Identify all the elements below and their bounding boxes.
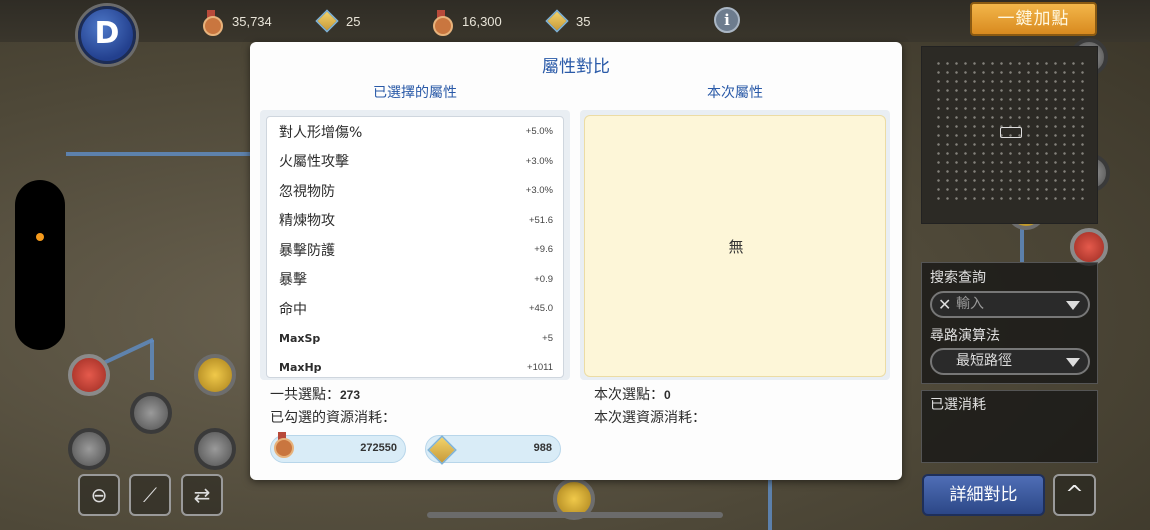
current-attributes-header: 本次屬性 <box>707 85 763 101</box>
resource-locked-gem: 35 <box>545 8 591 34</box>
current-points-value: 0 <box>664 388 671 402</box>
current-attributes-panel: 無 <box>580 110 890 380</box>
algo-selected-value: 最短路徑 <box>956 353 1012 369</box>
list-item: 對人形增傷% +5.0% <box>267 117 563 147</box>
attribute-value: +45.0 <box>528 303 553 315</box>
attribute-name: 火屬性攻擊 <box>279 154 349 171</box>
resource-locked-medal: 16,300 <box>432 8 502 36</box>
skill-node[interactable] <box>130 392 172 434</box>
attribute-name: 暴擊 <box>279 272 307 289</box>
search-placeholder: 輸入 <box>956 296 984 312</box>
algo-label: 尋路演算法 <box>930 328 1000 344</box>
resource-gem: 25 <box>315 8 361 34</box>
algo-select[interactable]: 最短路徑 <box>930 348 1090 375</box>
none-text: 無 <box>728 238 744 256</box>
attribute-value: +3.0% <box>525 185 553 197</box>
gem-icon <box>427 435 457 465</box>
dropdown-arrow-icon[interactable] <box>1066 301 1080 310</box>
search-panel: 搜索查詢 ✕ 輸入 尋路演算法 最短路徑 <box>921 262 1098 384</box>
zoom-out-icon[interactable]: ⊖ <box>78 474 120 516</box>
info-icon[interactable]: i <box>714 7 740 33</box>
back-button[interactable]: D <box>78 6 136 64</box>
list-item: 暴擊 +0.9 <box>267 265 563 295</box>
skill-node[interactable] <box>1070 228 1108 266</box>
attribute-value: +5.0% <box>525 126 553 138</box>
attribute-name: 命中 <box>279 301 307 318</box>
resource-value: 25 <box>346 13 361 29</box>
resource-value: 35,734 <box>232 13 272 29</box>
cost-gem: 988 <box>425 435 561 465</box>
current-points-label: 本次選點： <box>594 387 664 403</box>
locked-medal-icon <box>432 10 454 36</box>
indicator-dot <box>36 233 44 241</box>
list-item: MaxSp +5 <box>267 324 563 354</box>
checked-cost-label: 已勾選的資源消耗： <box>270 410 396 426</box>
chevron-up-icon[interactable]: ^ <box>1053 474 1096 516</box>
consumed-label: 已選消耗 <box>930 397 986 413</box>
selected-attributes-header: 已選擇的屬性 <box>373 85 457 101</box>
list-item: 火屬性攻擊 +3.0% <box>267 147 563 177</box>
attribute-name: 精煉物攻 <box>279 213 335 230</box>
attribute-value: +1011 <box>527 362 553 374</box>
left-side-pill <box>15 180 65 350</box>
locked-gem-icon <box>545 9 569 33</box>
search-input[interactable]: ✕ 輸入 <box>930 291 1090 318</box>
attribute-list[interactable]: 對人形增傷% +5.0% 火屬性攻擊 +3.0% 忽視物防 +3.0% 精煉物攻 +51… <box>266 116 564 378</box>
medal-icon <box>202 10 224 36</box>
attribute-value: +5 <box>542 332 553 344</box>
clear-icon[interactable]: ✕ <box>938 293 951 316</box>
attribute-name: MaxSp <box>279 331 321 345</box>
attribute-name: 對人形增傷% <box>279 124 363 141</box>
medal-icon <box>273 432 299 464</box>
total-points-value: 273 <box>340 388 361 402</box>
skill-node[interactable] <box>68 428 110 470</box>
dialog-title: 屬性對比 <box>542 57 610 77</box>
attribute-compare-dialog: 屬性對比 已選擇的屬性 本次屬性 對人形增傷% +5.0% 火屬性攻擊 +3.0% … <box>250 42 902 480</box>
minimap-viewport[interactable] <box>1000 127 1022 138</box>
current-cost-label: 本次選資源消耗： <box>594 410 706 426</box>
list-item: 命中 +45.0 <box>267 294 563 324</box>
selected-attributes-panel: 對人形增傷% +5.0% 火屬性攻擊 +3.0% 忽視物防 +3.0% 精煉物攻 +51… <box>260 110 570 380</box>
attribute-value: +3.0% <box>525 155 553 167</box>
resource-medal: 35,734 <box>202 8 272 36</box>
resource-value: 16,300 <box>462 13 502 29</box>
attribute-name: 暴擊防護 <box>279 242 335 259</box>
search-label: 搜索查詢 <box>930 270 986 286</box>
current-attributes-box: 無 <box>584 115 886 377</box>
gem-icon <box>315 9 339 33</box>
attribute-name: 忽視物防 <box>279 183 335 200</box>
skill-node[interactable] <box>68 354 110 396</box>
skill-node[interactable] <box>194 428 236 470</box>
skill-node[interactable] <box>194 354 236 396</box>
consumed-panel: 已選消耗 <box>921 390 1098 463</box>
total-points-line: 一共選點：273 <box>270 384 360 404</box>
list-item: 忽視物防 +3.0% <box>267 176 563 206</box>
attribute-value: +0.9 <box>534 273 553 285</box>
list-item: 暴擊防護 +9.6 <box>267 235 563 265</box>
home-indicator <box>427 512 723 518</box>
attribute-value: +51.6 <box>528 214 553 226</box>
cost-value: 988 <box>533 442 552 454</box>
minimap[interactable] <box>921 46 1098 224</box>
detail-compare-button[interactable]: 詳細對比 <box>922 474 1045 516</box>
attribute-value: +9.6 <box>534 244 553 256</box>
cost-value: 272550 <box>360 442 397 454</box>
slash-icon[interactable]: ⟋ <box>129 474 171 516</box>
current-points-line: 本次選點：0 <box>594 384 671 404</box>
dropdown-arrow-icon[interactable] <box>1066 358 1080 367</box>
total-points-label: 一共選點： <box>270 387 340 403</box>
list-item: MaxHp +1011 <box>267 353 563 377</box>
swap-icon[interactable]: ⇄ <box>181 474 223 516</box>
cost-medal: 272550 <box>270 432 406 464</box>
attribute-name: MaxHp <box>279 361 322 375</box>
resource-value: 35 <box>576 13 591 29</box>
auto-add-points-button[interactable]: 一鍵加點 <box>970 2 1097 36</box>
list-item: 精煉物攻 +51.6 <box>267 206 563 236</box>
